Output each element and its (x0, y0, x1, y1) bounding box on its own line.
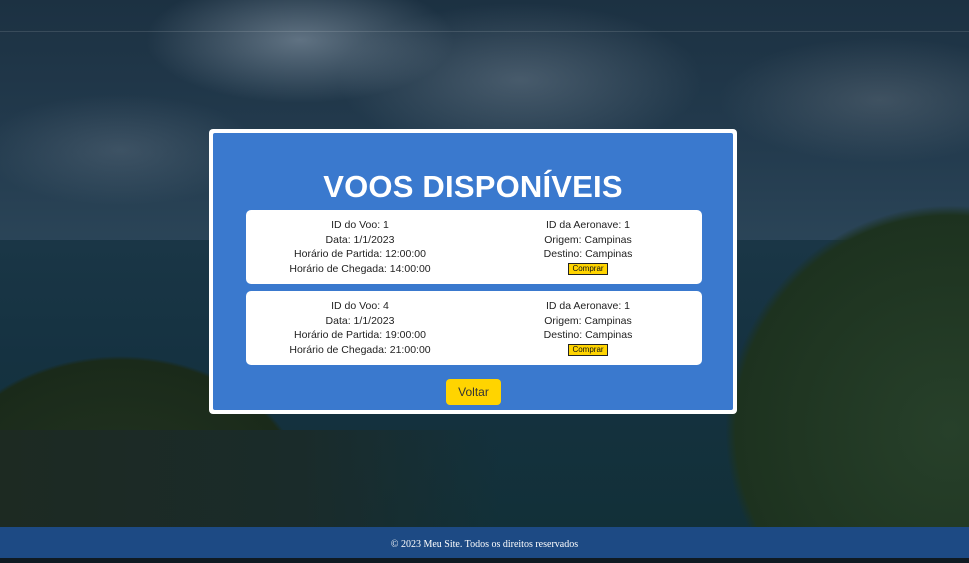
footer-text: © 2023 Meu Site. Todos os direitos reser… (390, 539, 579, 550)
flight-info-left: ID do Voo: 1 Data: 1/1/2023 Horário de P… (246, 210, 474, 284)
harbor-area (0, 430, 500, 530)
flight-origin: Origem: Campinas (544, 233, 632, 246)
flights-panel: VOOS DISPONÍVEIS ID do Voo: 1 Data: 1/1/… (209, 129, 737, 414)
flight-destination: Destino: Campinas (543, 248, 633, 261)
flight-arrival-time: Horário de Chegada: 14:00:00 (289, 262, 431, 275)
flights-panel-content: VOOS DISPONÍVEIS ID do Voo: 1 Data: 1/1/… (213, 133, 733, 410)
flight-card: ID do Voo: 4 Data: 1/1/2023 Horário de P… (246, 291, 702, 365)
flight-destination: Destino: Campinas (543, 329, 633, 342)
buy-button[interactable]: Comprar (568, 343, 608, 356)
flight-info-right: ID da Aeronave: 1 Origem: Campinas Desti… (474, 210, 702, 284)
aircraft-id: ID da Aeronave: 1 (545, 219, 631, 231)
flight-info-right: ID da Aeronave: 1 Origem: Campinas Desti… (474, 291, 702, 365)
flight-date: Data: 1/1/2023 (325, 233, 395, 246)
flight-date: Data: 1/1/2023 (325, 314, 395, 327)
flight-departure-time: Horário de Partida: 12:00:00 (294, 248, 426, 261)
flight-id: ID do Voo: 4 (331, 300, 389, 312)
back-button[interactable]: Voltar (446, 379, 501, 405)
page-title: VOOS DISPONÍVEIS (323, 169, 623, 204)
aircraft-id: ID da Aeronave: 1 (545, 300, 631, 312)
flight-departure-time: Horário de Partida: 19:00:00 (294, 329, 426, 342)
flight-arrival-time: Horário de Chegada: 21:00:00 (289, 343, 431, 356)
flight-origin: Origem: Campinas (544, 314, 632, 327)
flight-id: ID do Voo: 1 (331, 219, 389, 231)
buy-button[interactable]: Comprar (568, 262, 608, 275)
header-divider (0, 31, 969, 32)
flight-card: ID do Voo: 1 Data: 1/1/2023 Horário de P… (246, 210, 702, 284)
flight-info-left: ID do Voo: 4 Data: 1/1/2023 Horário de P… (246, 291, 474, 365)
page-footer: © 2023 Meu Site. Todos os direitos reser… (0, 527, 969, 558)
